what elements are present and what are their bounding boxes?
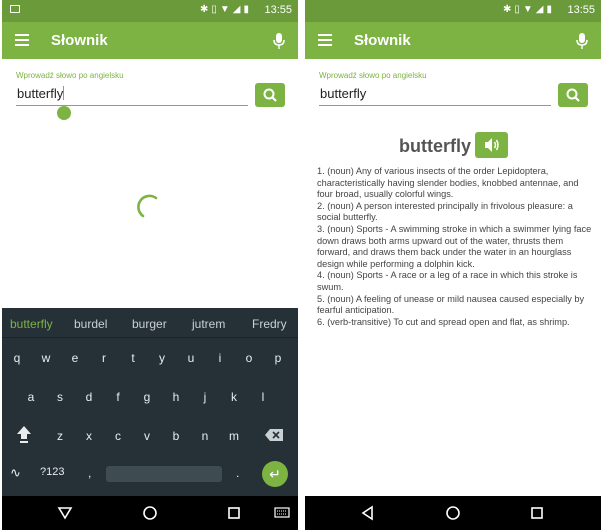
status-bar: ✱▯▼◢▮ 13:55 (305, 0, 601, 22)
key-x[interactable]: x (78, 421, 100, 451)
search-input[interactable]: butterfly (16, 86, 248, 106)
definition-item: 4. (noun) Sports - A race or a leg of a … (317, 270, 578, 292)
key-v[interactable]: v (136, 421, 158, 451)
app-bar: Słownik (2, 22, 298, 59)
navigation-bar (305, 496, 601, 530)
key-o[interactable]: o (238, 343, 260, 373)
recents-nav-icon[interactable] (226, 505, 242, 521)
search-input-value: butterfly (320, 86, 367, 101)
key-y[interactable]: y (151, 343, 173, 373)
key-u[interactable]: u (180, 343, 202, 373)
key-g[interactable]: g (136, 382, 158, 412)
suggestion-item[interactable]: burger (132, 317, 167, 331)
key-c[interactable]: c (107, 421, 129, 451)
definition-item: 3. (noun) Sports - A swimming stroke in … (317, 223, 592, 269)
key-f[interactable]: f (107, 382, 129, 412)
symbols-key[interactable]: ?123 (40, 466, 64, 478)
result-screen: ✱▯▼◢▮ 13:55 Słownik Wprowadź słowo po an… (305, 0, 601, 530)
key-b[interactable]: b (165, 421, 187, 451)
definition-list: 1. (noun) Any of various insects of the … (317, 166, 593, 328)
suggestion-item[interactable]: butterfly (10, 317, 53, 331)
definition-item: 2. (noun) A person interested principall… (317, 200, 573, 223)
search-label: Wprowadź słowo po angielsku (16, 71, 124, 80)
search-input-value: butterfly (17, 86, 64, 101)
microphone-icon[interactable] (272, 32, 286, 50)
recents-nav-icon[interactable] (529, 505, 545, 521)
key-q[interactable]: q (6, 343, 28, 373)
status-icons: ✱▯▼◢▮ (200, 4, 252, 15)
key-a[interactable]: a (20, 382, 42, 412)
navigation-bar (2, 496, 298, 530)
text-selection-handle[interactable] (57, 106, 71, 120)
result-word: butterfly (399, 136, 471, 156)
key-j[interactable]: j (194, 382, 216, 412)
search-button[interactable] (558, 83, 588, 107)
speaker-icon (485, 138, 499, 152)
key-p[interactable]: p (267, 343, 289, 373)
app-bar: Słownik (305, 22, 601, 59)
handwriting-key-icon[interactable]: ∿ (10, 465, 21, 481)
suggestion-strip: butterfly burdel burger jutrem Fredry (2, 308, 298, 338)
home-nav-icon[interactable] (142, 505, 158, 521)
search-input[interactable]: butterfly (319, 86, 551, 106)
key-d[interactable]: d (78, 382, 100, 412)
key-t[interactable]: t (122, 343, 144, 373)
back-nav-icon[interactable] (57, 505, 73, 521)
back-nav-icon[interactable] (360, 505, 376, 521)
shift-key-icon[interactable] (15, 424, 33, 444)
space-key[interactable] (106, 466, 222, 482)
suggestion-item[interactable]: burdel (74, 317, 107, 331)
key-z[interactable]: z (49, 421, 71, 451)
result-header: butterfly (305, 132, 601, 162)
key-i[interactable]: i (209, 343, 231, 373)
key-l[interactable]: l (252, 382, 274, 412)
status-icons: ✱▯▼◢▮ (503, 4, 555, 15)
key-r[interactable]: r (93, 343, 115, 373)
search-icon (566, 88, 580, 102)
key-e[interactable]: e (64, 343, 86, 373)
soft-keyboard: butterfly burdel burger jutrem Fredry q … (2, 308, 298, 496)
home-nav-icon[interactable] (445, 505, 461, 521)
definition-item: 6. (verb-transitive) To cut and spread o… (317, 316, 570, 327)
microphone-icon[interactable] (575, 32, 589, 50)
search-label: Wprowadź słowo po angielsku (319, 71, 427, 80)
app-title: Słownik (51, 32, 108, 49)
suggestion-item[interactable]: jutrem (192, 317, 225, 331)
text-cursor (63, 86, 65, 100)
comma-key[interactable]: , (88, 466, 91, 480)
search-icon (263, 88, 277, 102)
enter-key-icon[interactable]: ↵ (262, 461, 288, 487)
menu-icon[interactable] (318, 34, 332, 46)
key-h[interactable]: h (165, 382, 187, 412)
key-n[interactable]: n (194, 421, 216, 451)
keyboard-switch-icon[interactable] (274, 505, 290, 521)
loading-screen: ✱▯▼◢▮ 13:55 Słownik Wprowadź słowo po an… (2, 0, 298, 530)
definition-item: 1. (noun) Any of various insects of the … (317, 166, 579, 200)
backspace-key-icon[interactable] (264, 428, 284, 442)
key-k[interactable]: k (223, 382, 245, 412)
status-time: 13:55 (264, 4, 292, 16)
key-s[interactable]: s (49, 382, 71, 412)
key-w[interactable]: w (35, 343, 57, 373)
app-title: Słownik (354, 32, 411, 49)
status-time: 13:55 (567, 4, 595, 16)
status-bar: ✱▯▼◢▮ 13:55 (2, 0, 298, 22)
suggestion-item[interactable]: Fredry (252, 317, 287, 331)
period-key[interactable]: . (236, 466, 239, 480)
pronounce-button[interactable] (475, 132, 508, 158)
key-m[interactable]: m (223, 421, 245, 451)
image-notification-icon (10, 5, 20, 13)
definition-item: 5. (noun) A feeling of unease or mild na… (317, 293, 585, 316)
menu-icon[interactable] (15, 34, 29, 46)
search-button[interactable] (255, 83, 285, 107)
loading-spinner (137, 194, 158, 218)
